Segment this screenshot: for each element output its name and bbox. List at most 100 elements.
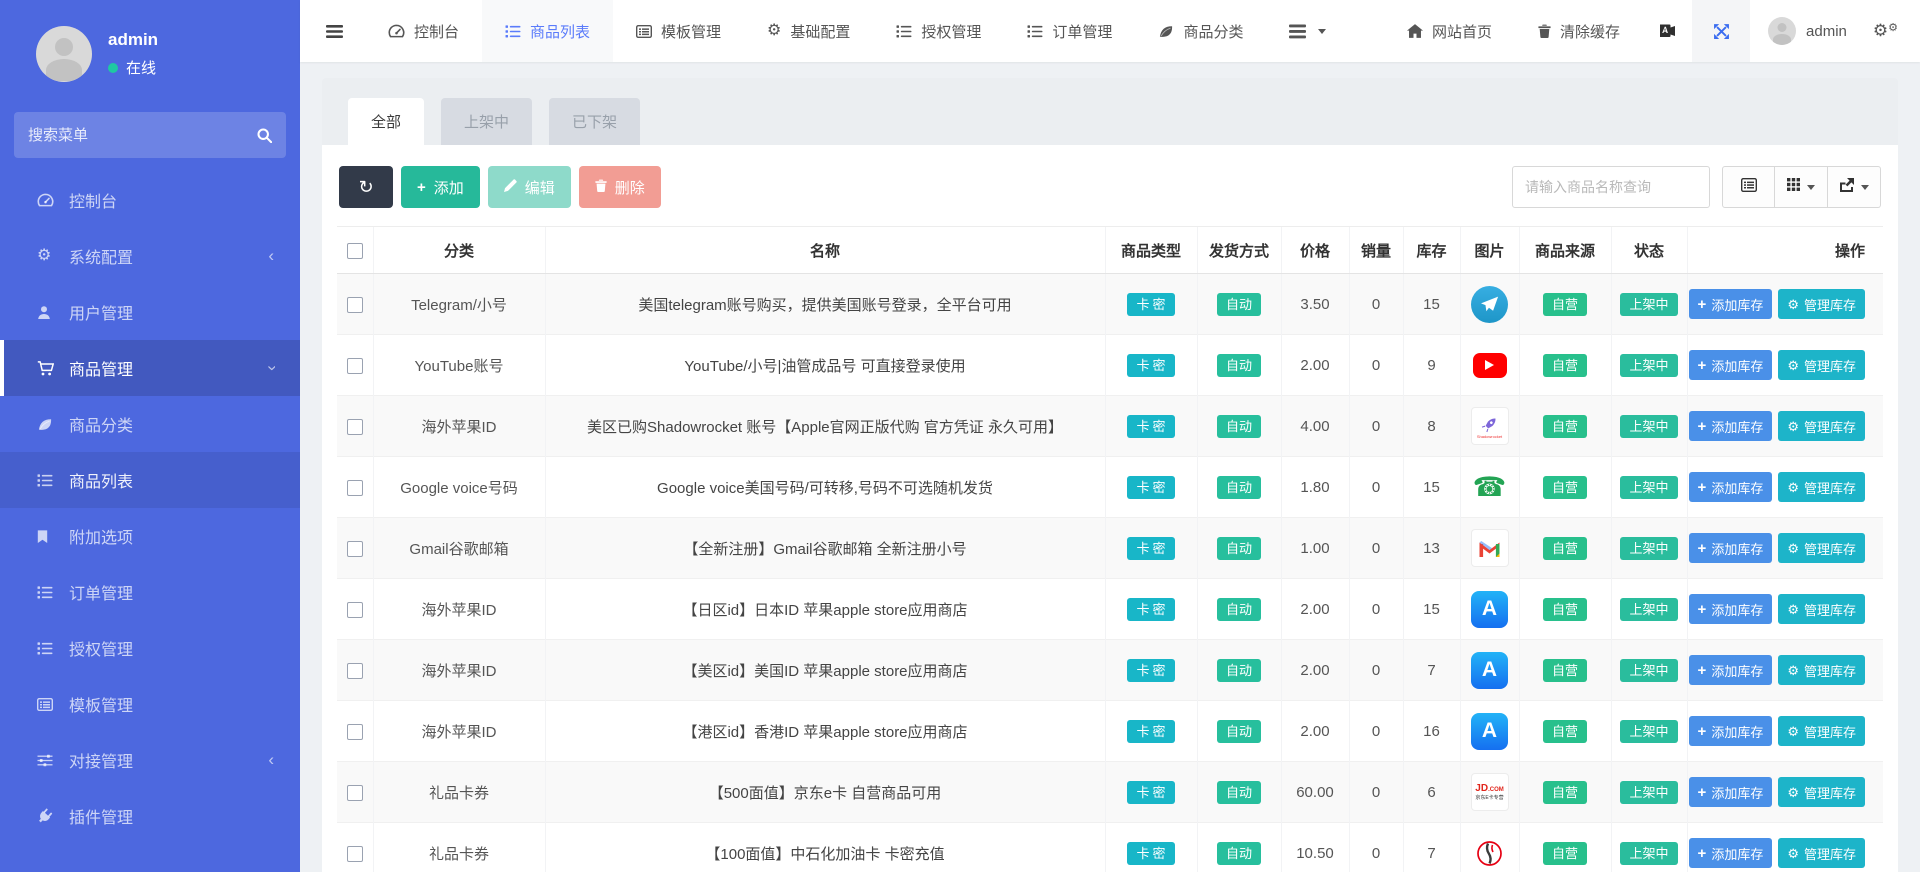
delivery-badge: 自动: [1217, 842, 1261, 865]
site-home-link[interactable]: 网站首页: [1384, 0, 1515, 62]
sidebar-item-label: 对接管理: [69, 748, 133, 772]
tab-1[interactable]: 上架中: [441, 98, 532, 145]
manage-stock-button[interactable]: ⚙管理库存: [1778, 655, 1865, 685]
cogs-icon[interactable]: ⚙⚙: [1865, 21, 1920, 41]
select-all-checkbox[interactable]: [347, 243, 363, 259]
add-stock-button[interactable]: +添加库存: [1689, 777, 1773, 807]
topbar-item-1[interactable]: 商品列表: [482, 0, 613, 62]
list-icon: [505, 25, 521, 38]
add-stock-button[interactable]: +添加库存: [1689, 472, 1773, 502]
topbar-item-4[interactable]: 授权管理: [873, 0, 1004, 62]
status-cell: 上架中: [1611, 701, 1687, 762]
manage-stock-button[interactable]: ⚙管理库存: [1778, 716, 1865, 746]
row-checkbox[interactable]: [347, 785, 363, 801]
tab-0[interactable]: 全部: [348, 98, 424, 145]
listalt-icon: [37, 698, 69, 711]
user-menu[interactable]: admin: [1750, 0, 1865, 62]
delete-button[interactable]: 删除: [579, 166, 661, 208]
export-icon: [1839, 178, 1854, 197]
sidebar-item-8[interactable]: 授权管理: [0, 620, 300, 676]
add-stock-label: 添加库存: [1711, 844, 1763, 863]
sidebar-item-6[interactable]: 附加选项: [0, 508, 300, 564]
add-stock-button[interactable]: +添加库存: [1689, 655, 1773, 685]
sidebar-item-3[interactable]: 商品管理‹: [0, 340, 300, 396]
row-checkbox[interactable]: [347, 297, 363, 313]
clear-cache-button[interactable]: 清除缓存: [1515, 0, 1643, 62]
more-menu[interactable]: [1266, 0, 1349, 62]
manage-stock-button[interactable]: ⚙管理库存: [1778, 472, 1865, 502]
stock-cell: 7: [1403, 640, 1460, 701]
add-stock-button[interactable]: +添加库存: [1689, 533, 1773, 563]
manage-stock-button[interactable]: ⚙管理库存: [1778, 838, 1865, 868]
type-cell: 卡密: [1105, 640, 1197, 701]
topbar-item-6[interactable]: 商品分类: [1135, 0, 1266, 62]
row-checkbox[interactable]: [347, 846, 363, 862]
add-stock-button[interactable]: +添加库存: [1689, 838, 1773, 868]
export-button[interactable]: [1828, 166, 1881, 208]
fullscreen-icon[interactable]: [1692, 0, 1750, 62]
search-icon[interactable]: [257, 128, 272, 143]
manage-stock-button[interactable]: ⚙管理库存: [1778, 350, 1865, 380]
add-stock-button[interactable]: +添加库存: [1689, 411, 1773, 441]
row-checkbox[interactable]: [347, 358, 363, 374]
topbar-item-label: 商品分类: [1183, 21, 1243, 42]
add-stock-button[interactable]: +添加库存: [1689, 350, 1773, 380]
sidebar-item-10[interactable]: 对接管理‹: [0, 732, 300, 788]
row-checkbox[interactable]: [347, 419, 363, 435]
sidebar-item-7[interactable]: 订单管理: [0, 564, 300, 620]
stock-cell: 7: [1403, 823, 1460, 872]
sidebar-item-4[interactable]: 商品分类: [0, 396, 300, 452]
sales-cell: 0: [1349, 518, 1403, 579]
topbar-item-3[interactable]: ⚙ 基础配置: [744, 0, 873, 62]
tab-2[interactable]: 已下架: [549, 98, 640, 145]
topbar-item-2[interactable]: 模板管理: [613, 0, 744, 62]
row-checkbox[interactable]: [347, 663, 363, 679]
table-body: Telegram/小号美国telegram账号购买，提供美国账号登录，全平台可用…: [337, 274, 1883, 872]
name-cell: 【500面值】京东e卡 自营商品可用: [545, 762, 1105, 823]
refresh-button[interactable]: ↻: [339, 166, 393, 208]
delivery-cell: 自动: [1197, 518, 1281, 579]
sales-cell: 0: [1349, 823, 1403, 872]
row-checkbox[interactable]: [347, 541, 363, 557]
topbar-item-label: 基础配置: [790, 21, 850, 42]
sidebar-item-9[interactable]: 模板管理: [0, 676, 300, 732]
add-stock-button[interactable]: +添加库存: [1689, 594, 1773, 624]
add-stock-button[interactable]: +添加库存: [1689, 289, 1773, 319]
list-icon: [896, 25, 912, 38]
topbar-item-0[interactable]: 控制台: [365, 0, 482, 62]
sidebar-item-1[interactable]: ⚙系统配置‹: [0, 228, 300, 284]
grid-view-button[interactable]: [1775, 166, 1828, 208]
sidebar-item-5[interactable]: 商品列表: [0, 452, 300, 508]
topbar-item-5[interactable]: 订单管理: [1004, 0, 1135, 62]
plug-icon: [37, 809, 69, 824]
manage-stock-button[interactable]: ⚙管理库存: [1778, 533, 1865, 563]
hamburger-icon[interactable]: [300, 24, 365, 39]
type-cell: 卡密: [1105, 396, 1197, 457]
product-search-input[interactable]: [1512, 166, 1710, 208]
manage-stock-button[interactable]: ⚙管理库存: [1778, 777, 1865, 807]
edit-button[interactable]: 编辑: [488, 166, 571, 208]
translate-icon[interactable]: [1643, 0, 1692, 62]
sidebar-search[interactable]: [14, 112, 286, 158]
sidebar-item-0[interactable]: 控制台: [0, 172, 300, 228]
sidebar-item-11[interactable]: 插件管理: [0, 788, 300, 844]
manage-stock-button[interactable]: ⚙管理库存: [1778, 411, 1865, 441]
avatar[interactable]: [36, 26, 92, 82]
sidebar-item-2[interactable]: 用户管理: [0, 284, 300, 340]
manage-stock-button[interactable]: ⚙管理库存: [1778, 289, 1865, 319]
stock-cell: 8: [1403, 396, 1460, 457]
row-checkbox[interactable]: [347, 602, 363, 618]
sidebar-search-input[interactable]: [28, 127, 257, 144]
sidebar-profile: admin 在线: [0, 0, 300, 106]
gear-icon: ⚙: [767, 23, 781, 39]
add-stock-button[interactable]: +添加库存: [1689, 716, 1773, 746]
add-stock-label: 添加库存: [1711, 417, 1763, 436]
status-cell: 上架中: [1611, 396, 1687, 457]
add-button[interactable]: +添加: [401, 166, 480, 208]
columns-toggle-button[interactable]: [1722, 166, 1775, 208]
tab-strip: 全部上架中已下架: [322, 78, 1898, 145]
stock-cell: 15: [1403, 457, 1460, 518]
row-checkbox[interactable]: [347, 480, 363, 496]
row-checkbox[interactable]: [347, 724, 363, 740]
manage-stock-button[interactable]: ⚙管理库存: [1778, 594, 1865, 624]
